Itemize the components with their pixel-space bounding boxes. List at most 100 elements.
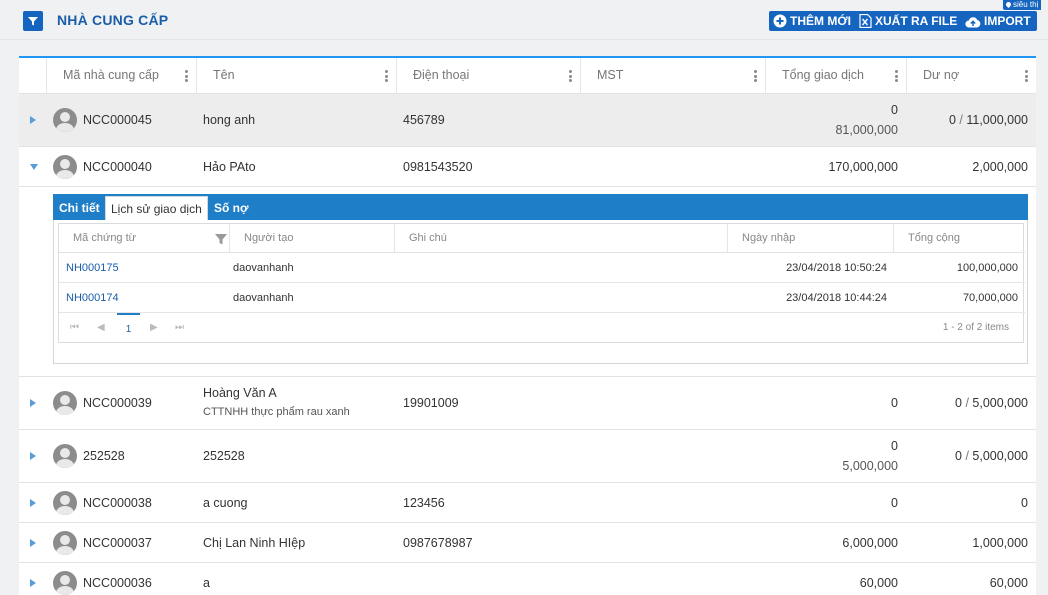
- filter-icon[interactable]: [215, 233, 227, 245]
- transaction-row[interactable]: NH000174 daovanhanh 23/04/2018 10:44:24 …: [59, 283, 1025, 313]
- export-file-button[interactable]: XUẤT RA FILE: [855, 11, 964, 31]
- last-page-icon[interactable]: ⏭: [175, 313, 184, 343]
- supplier-name: 252528: [203, 449, 245, 463]
- add-new-label: THÊM MỚI: [790, 14, 851, 28]
- column-header-phone[interactable]: Điện thoại: [396, 58, 580, 94]
- supplier-code: NCC000036: [83, 576, 152, 590]
- tab-transaction-history[interactable]: Lịch sử giao dịch: [105, 196, 208, 220]
- debt-value: 1,000,000: [972, 536, 1028, 550]
- avatar: [53, 531, 77, 555]
- column-menu-icon[interactable]: [895, 70, 898, 82]
- filter-button[interactable]: [23, 11, 43, 31]
- debt-separator: /: [961, 449, 973, 463]
- supplier-row[interactable]: 252528 252528 0 5,000,000 0 / 5,000,000: [19, 430, 1036, 483]
- total: 70,000,000: [962, 292, 1018, 304]
- supplier-code: NCC000038: [83, 496, 152, 510]
- total-transactions: 60,000: [859, 576, 898, 590]
- debt-value: 0 / 5,000,000: [955, 449, 1028, 463]
- debt-value: 0: [1021, 496, 1028, 510]
- document-link[interactable]: NH000174: [66, 283, 119, 313]
- column-header-label: Mã chứng từ: [73, 232, 137, 244]
- expand-row-icon[interactable]: [30, 452, 36, 460]
- pager-current-page[interactable]: 1: [117, 313, 140, 343]
- supplier-name: Hảo PAto: [203, 160, 256, 174]
- column-header-label: Mã nhà cung cấp: [63, 68, 159, 82]
- supplier-code: NCC000045: [83, 113, 152, 127]
- total-transactions: 0: [891, 439, 898, 453]
- import-date: 23/04/2018 10:50:24: [786, 262, 887, 274]
- supplier-code: 252528: [83, 449, 125, 463]
- supplier-row[interactable]: NCC000038 a cuong 123456 0 0: [19, 483, 1036, 523]
- expand-row-icon[interactable]: [30, 499, 36, 507]
- avatar: [53, 108, 77, 132]
- column-header-creator[interactable]: Người tạo: [229, 224, 394, 253]
- column-header-label: MST: [597, 68, 624, 82]
- supplier-phone: 19901009: [403, 396, 459, 410]
- import-button[interactable]: IMPORT: [961, 11, 1037, 31]
- cloud-upload-icon: [965, 16, 981, 28]
- avatar: [53, 444, 77, 468]
- column-header-note[interactable]: Ghi chú: [394, 224, 727, 253]
- total-transactions: 170,000,000: [828, 160, 898, 174]
- avatar: [53, 391, 77, 415]
- total: 100,000,000: [956, 262, 1018, 274]
- avatar: [53, 491, 77, 515]
- supplier-row[interactable]: NCC000036 a 60,000 60,000: [19, 563, 1036, 595]
- column-header-total-transactions[interactable]: Tổng giao dịch: [765, 58, 906, 94]
- previous-page-icon[interactable]: ◀: [97, 313, 105, 343]
- add-new-button[interactable]: THÊM MỚI: [769, 11, 857, 31]
- column-header-import-date[interactable]: Ngày nhập: [727, 224, 893, 253]
- tab-details[interactable]: Chi tiết: [54, 196, 105, 220]
- debt-separator: /: [955, 113, 967, 127]
- supplier-note: CTTNHH thực phẩm rau xanh: [203, 406, 350, 418]
- supplier-row[interactable]: NCC000037 Chị Lan Ninh HIệp 0987678987 6…: [19, 523, 1036, 563]
- total-transactions: 0: [891, 496, 898, 510]
- debt-limit: 5,000,000: [972, 449, 1028, 463]
- total-transactions-secondary: 5,000,000: [842, 459, 898, 473]
- document-link[interactable]: NH000175: [66, 253, 119, 283]
- supplier-row[interactable]: NCC000040 Hảo PAto 0981543520 170,000,00…: [19, 147, 1036, 187]
- supplier-phone: 0987678987: [403, 536, 473, 550]
- filter-icon: [28, 17, 38, 26]
- collapse-row-icon[interactable]: [30, 164, 38, 170]
- expand-row-icon[interactable]: [30, 539, 36, 547]
- supplier-grid: Mã nhà cung cấp Tên Điện thoại MST Tổng …: [19, 56, 1036, 595]
- expand-row-icon[interactable]: [30, 116, 36, 124]
- supplier-row[interactable]: NCC000039 Hoàng Văn A CTTNHH thực phẩm r…: [19, 377, 1036, 430]
- column-menu-icon[interactable]: [1025, 70, 1028, 82]
- debt-limit: 11,000,000: [966, 113, 1028, 127]
- tab-debt[interactable]: Số nợ: [209, 196, 254, 220]
- first-page-icon[interactable]: ⏮: [70, 313, 79, 343]
- transaction-row[interactable]: NH000175 daovanhanh 23/04/2018 10:50:24 …: [59, 253, 1025, 283]
- column-menu-icon[interactable]: [385, 70, 388, 82]
- column-menu-icon[interactable]: [569, 70, 572, 82]
- column-header-total[interactable]: Tổng cộng: [893, 224, 1025, 253]
- column-header-label: Dư nợ: [923, 68, 960, 82]
- column-menu-icon[interactable]: [754, 70, 757, 82]
- supplier-name: a: [203, 576, 210, 590]
- creator: daovanhanh: [233, 262, 294, 274]
- expand-row-icon[interactable]: [30, 579, 36, 587]
- pager: ⏮ ◀ 1 ▶ ⏭ 1 - 2 of 2 items: [59, 313, 1023, 343]
- expand-row-icon[interactable]: [30, 399, 36, 407]
- grid-header: Mã nhà cung cấp Tên Điện thoại MST Tổng …: [19, 58, 1036, 94]
- column-header-tax-code[interactable]: MST: [580, 58, 765, 94]
- column-header-name[interactable]: Tên: [196, 58, 396, 94]
- excel-icon: [859, 14, 872, 28]
- supplier-phone: 0981543520: [403, 160, 473, 174]
- supplier-name: Hoàng Văn A: [203, 386, 277, 400]
- site-tag-badge[interactable]: siêu thị: [1003, 0, 1042, 10]
- debt-value: 60,000: [989, 576, 1028, 590]
- supplier-row[interactable]: NCC000045 hong anh 456789 0 81,000,000 0…: [19, 94, 1036, 147]
- column-menu-icon[interactable]: [185, 70, 188, 82]
- supplier-code: NCC000039: [83, 396, 152, 410]
- supplier-name: Chị Lan Ninh HIệp: [203, 536, 306, 550]
- column-header-document[interactable]: Mã chứng từ: [59, 224, 229, 253]
- import-label: IMPORT: [984, 14, 1031, 28]
- debt-current: 0: [955, 396, 962, 410]
- next-page-icon[interactable]: ▶: [150, 313, 158, 343]
- column-header-debt[interactable]: Dư nợ: [906, 58, 1036, 94]
- column-header-label: Điện thoại: [413, 68, 470, 82]
- column-header-code[interactable]: Mã nhà cung cấp: [46, 58, 196, 94]
- total-transactions: 0: [891, 396, 898, 410]
